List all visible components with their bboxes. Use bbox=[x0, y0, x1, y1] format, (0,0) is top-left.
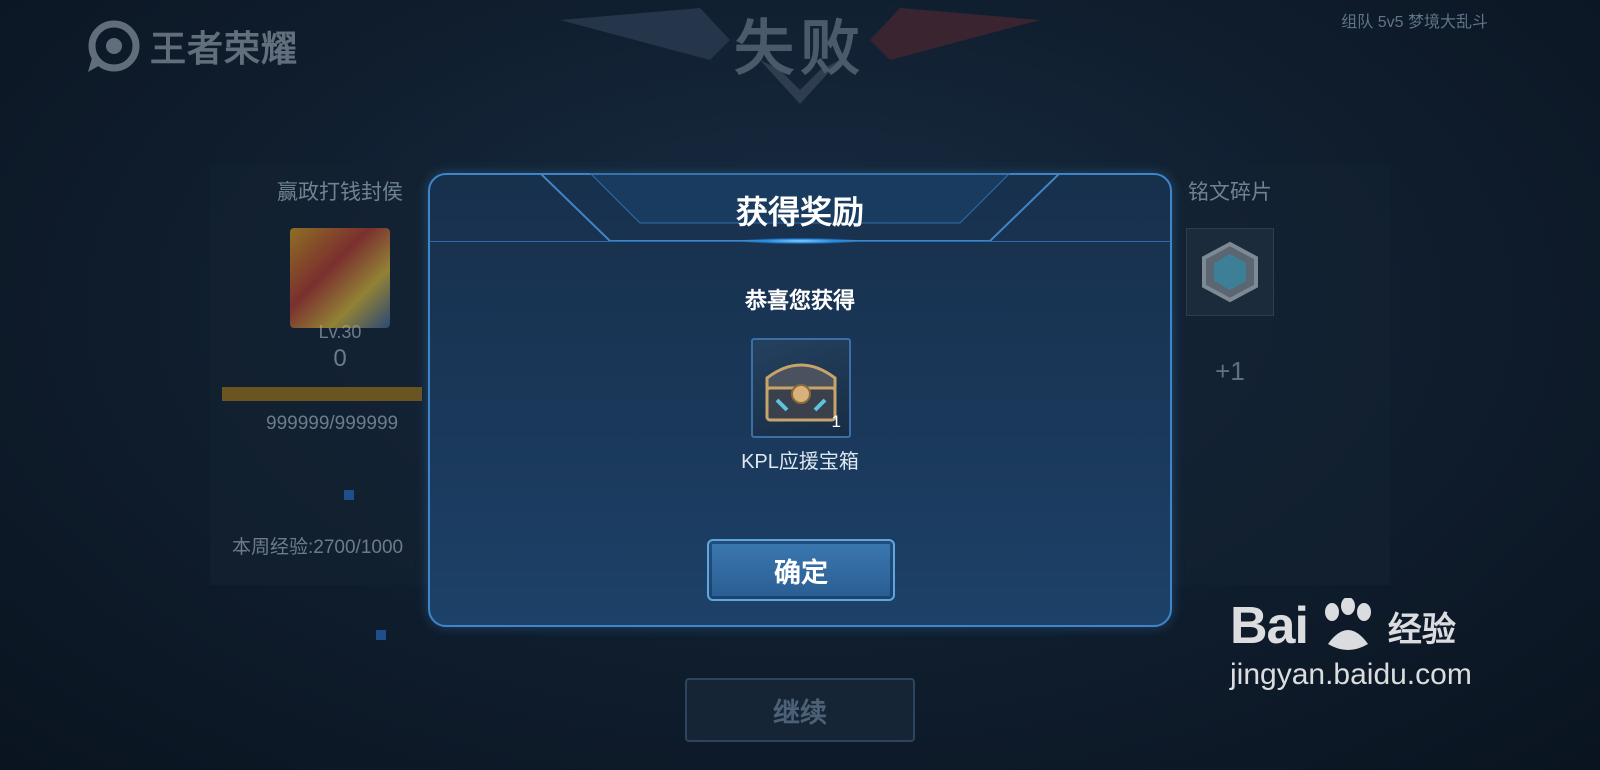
player-score: 0 bbox=[333, 345, 347, 372]
result-title: 失败 bbox=[734, 15, 866, 82]
indicator-dot bbox=[376, 630, 386, 640]
watermark-brand: Bai 经验 bbox=[1230, 596, 1530, 656]
logo-emblem-icon bbox=[88, 20, 140, 72]
player-avatar bbox=[290, 228, 390, 328]
baidu-watermark: Bai 经验 jingyan.baidu.com bbox=[1230, 596, 1530, 692]
watermark-url: jingyan.baidu.com bbox=[1230, 658, 1472, 691]
continue-button[interactable]: 继续 bbox=[685, 678, 915, 742]
dialog-title: 获得奖励 bbox=[735, 194, 864, 230]
weekly-exp: 本周经验:2700/1000 bbox=[232, 537, 404, 558]
player-result-card: 赢政打钱封侯 Lv.30 0 999999/999999 bbox=[222, 172, 458, 435]
watermark-brand-text: Bai bbox=[1230, 597, 1309, 655]
reward-item-name: KPL应援宝箱 bbox=[741, 451, 859, 473]
game-logo: 王者荣耀 bbox=[86, 18, 298, 74]
congrats-text: 恭喜您获得 bbox=[744, 288, 855, 313]
paw-icon bbox=[1324, 598, 1371, 650]
defeat-banner: 失败 bbox=[560, 0, 1040, 110]
game-mode-label: 组队 5v5 梦境大乱斗 bbox=[1341, 14, 1488, 31]
shard-amount: +1 bbox=[1215, 356, 1245, 386]
indicator-dot bbox=[344, 490, 354, 500]
inscription-shard-card: 铭文碎片 +1 bbox=[1180, 172, 1280, 387]
header-glow bbox=[740, 238, 860, 244]
treasure-chest-icon bbox=[765, 363, 837, 422]
watermark-suffix: 经验 bbox=[1387, 610, 1456, 649]
logo-text: 王者荣耀 bbox=[150, 28, 299, 69]
reward-item-slot[interactable]: 1 bbox=[751, 338, 851, 438]
confirm-button[interactable]: 确定 bbox=[707, 539, 895, 601]
shard-slot bbox=[1186, 228, 1274, 316]
reward-dialog: 获得奖励 恭喜您获得 1 KPL应援宝箱 确定 bbox=[428, 173, 1172, 627]
reward-item-count: 1 bbox=[831, 412, 841, 431]
exp-progress-bar bbox=[222, 387, 422, 401]
player-name: 赢政打钱封侯 bbox=[277, 181, 403, 204]
exp-value: 999999/999999 bbox=[266, 413, 399, 434]
inscription-shard-title: 铭文碎片 bbox=[1188, 181, 1272, 204]
dialog-header: 获得奖励 bbox=[430, 173, 1170, 244]
hexagon-shard-icon bbox=[1202, 241, 1258, 303]
